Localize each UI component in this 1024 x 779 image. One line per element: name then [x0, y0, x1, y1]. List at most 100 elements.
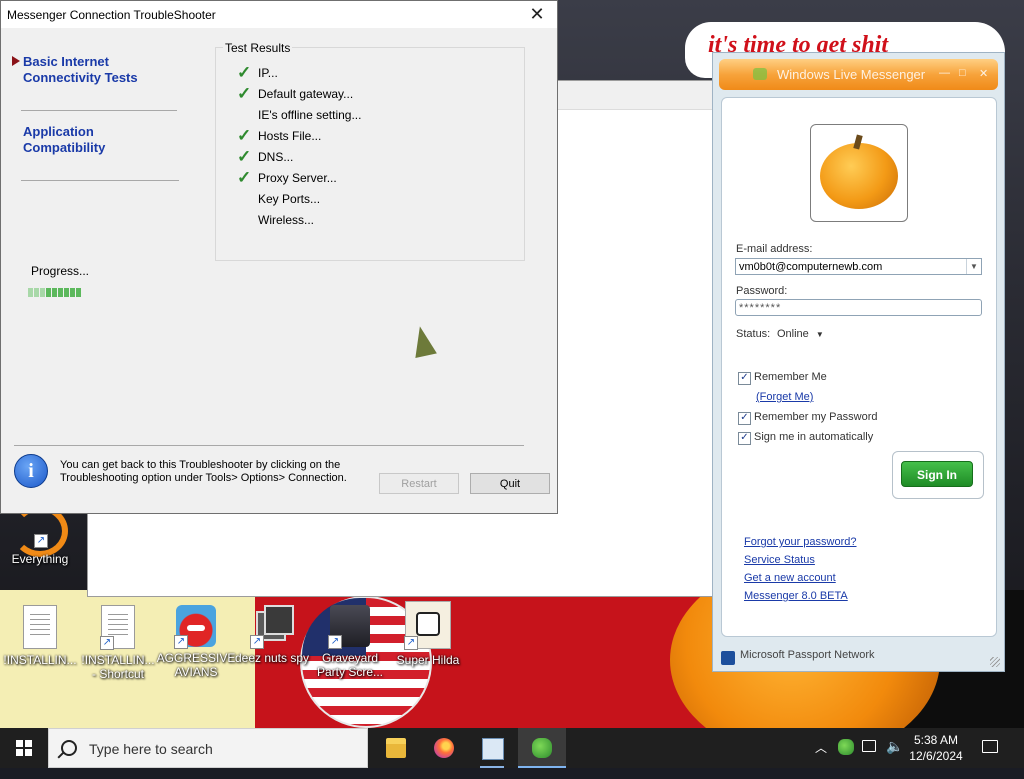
progress-segment	[58, 288, 63, 297]
messenger-titlebar[interactable]: Windows Live Messenger — □ ✕	[719, 59, 998, 90]
maximize-icon[interactable]: □	[959, 67, 966, 79]
check-icon: ✓	[237, 147, 252, 166]
graveyard-icon: ↗	[328, 605, 370, 649]
shortcut-arrow-icon: ↗	[328, 635, 342, 649]
shortcut-arrow-icon: ↗	[100, 636, 114, 650]
notifications-icon[interactable]	[982, 740, 998, 753]
auto-sign-in-checkbox[interactable]: ✓	[738, 432, 751, 445]
search-icon	[61, 740, 77, 756]
everything-icon: ↗	[20, 534, 60, 548]
close-button[interactable]: ✕	[525, 4, 549, 26]
desktop-icon-super-hilda[interactable]: ↗ Super Hilda	[388, 601, 468, 667]
progress-segment	[76, 288, 81, 297]
messenger-title: Windows Live Messenger	[777, 67, 926, 82]
desktop-icon-label: Everything	[11, 552, 69, 566]
check-icon: ✓	[237, 84, 252, 103]
pixel-character-icon: ↗	[404, 601, 451, 650]
test-row: ✓ Hosts File...	[237, 127, 321, 145]
desktop-icon-everything[interactable]: ↗ Everything	[0, 534, 80, 566]
quit-button[interactable]: Quit	[470, 473, 550, 494]
restart-button[interactable]: Restart	[379, 473, 459, 494]
progress-segment	[46, 288, 51, 297]
test-label: DNS...	[258, 150, 294, 164]
chevron-down-icon[interactable]: ▼	[966, 259, 981, 274]
firefox-icon	[434, 738, 454, 758]
progress-label: Progress...	[31, 264, 90, 278]
desktop-icon-installing-shortcut[interactable]: ↗ !INSTALLIN... - Shortcut	[78, 605, 158, 681]
nav-application-compatibility[interactable]: Application Compatibility	[23, 124, 123, 156]
close-icon[interactable]: ✕	[979, 67, 988, 80]
new-account-link[interactable]: Get a new account	[744, 572, 836, 584]
footer-divider	[14, 445, 524, 446]
remember-password-checkbox[interactable]: ✓	[738, 412, 751, 425]
troubleshooter-titlebar[interactable]: Messenger Connection TroubleShooter	[1, 1, 557, 28]
messenger-tray-icon[interactable]	[838, 739, 854, 755]
forgot-password-link[interactable]: Forgot your password?	[744, 536, 857, 548]
windows-logo-icon	[16, 740, 32, 756]
taskbar-clock[interactable]: 5:38 AM 12/6/2024	[906, 732, 966, 764]
test-label: Hosts File...	[258, 129, 322, 143]
taskbar-firefox[interactable]	[420, 728, 468, 768]
search-placeholder: Type here to search	[89, 741, 213, 757]
nav-divider	[21, 180, 179, 181]
mouse-cursor-icon	[409, 324, 437, 358]
test-row: Wireless...	[237, 211, 314, 229]
minimize-icon[interactable]: —	[939, 67, 950, 79]
check-icon: ✓	[237, 126, 252, 145]
test-row: ✓ Default gateway...	[237, 85, 353, 103]
document-icon	[23, 605, 57, 649]
test-label: IP...	[258, 66, 278, 80]
clock-time: 5:38 AM	[913, 733, 959, 747]
info-text: You can get back to this Troubleshooter …	[60, 459, 347, 484]
remember-me-label: Remember Me	[754, 371, 827, 383]
taskbar-file-explorer[interactable]	[372, 728, 420, 768]
taskbar-search[interactable]: Type here to search	[48, 728, 368, 768]
sign-in-button[interactable]: Sign In	[901, 461, 973, 487]
check-icon: ✓	[237, 168, 252, 187]
show-hidden-icons[interactable]: ︿	[815, 739, 827, 779]
troubleshooter-window[interactable]: Messenger Connection TroubleShooter ✕ Ba…	[0, 0, 558, 514]
shortcut-arrow-icon: ↗	[250, 635, 264, 649]
resize-grip-icon[interactable]	[990, 657, 1000, 667]
test-row: ✓ DNS...	[237, 148, 293, 166]
nav-divider	[21, 110, 177, 111]
desktop-icon-aggressive-avians[interactable]: ↗ AGGRESSIVE AVIANS	[156, 605, 236, 679]
taskbar-troubleshooter[interactable]	[468, 728, 516, 768]
progress-bar	[28, 288, 81, 297]
remember-password-label: Remember my Password	[754, 411, 878, 423]
progress-segment	[70, 288, 75, 297]
clock-date: 12/6/2024	[909, 749, 963, 763]
desktop-icon-deez-nuts-spy[interactable]: ↗ deez nuts spy	[232, 605, 312, 665]
pending-placeholder	[237, 107, 255, 123]
shortcut-arrow-icon: ↗	[34, 534, 48, 548]
test-row: ✓ Proxy Server...	[237, 169, 337, 187]
desktop-icon-installing[interactable]: !INSTALLIN...	[0, 605, 80, 667]
messenger-beta-link[interactable]: Messenger 8.0 BETA	[744, 590, 848, 602]
remember-me-checkbox[interactable]: ✓	[738, 372, 751, 385]
taskbar-messenger[interactable]	[518, 728, 566, 768]
test-label: Wireless...	[258, 213, 315, 227]
test-row: Key Ports...	[237, 190, 320, 208]
service-status-link[interactable]: Service Status	[744, 554, 815, 566]
chevron-down-icon: ▼	[815, 330, 824, 339]
nav-basic-internet[interactable]: Basic Internet Connectivity Tests	[23, 54, 153, 86]
pending-placeholder	[237, 191, 255, 207]
progress-segment	[28, 288, 33, 297]
email-field[interactable]: vm0b0t@computernewb.com ▼	[735, 258, 982, 275]
forget-me-link[interactable]: (Forget Me)	[756, 391, 813, 403]
stacked-windows-icon: ↗	[250, 605, 294, 649]
sign-in-panel: E-mail address: vm0b0t@computernewb.com …	[721, 97, 997, 637]
messenger-logo-icon	[753, 68, 767, 80]
start-button[interactable]	[0, 728, 48, 768]
display-picture[interactable]	[810, 124, 908, 222]
status-dropdown[interactable]: Online ▼	[777, 328, 824, 340]
volume-icon[interactable]: 🔈	[886, 738, 903, 778]
network-icon[interactable]	[862, 740, 876, 752]
status-label: Status:	[736, 328, 771, 340]
document-shortcut-icon: ↗	[100, 605, 135, 650]
desktop-icon-graveyard[interactable]: ↗ Graveyard Party Scre...	[310, 605, 390, 679]
messenger-window[interactable]: Windows Live Messenger — □ ✕ E-mail addr…	[712, 52, 1005, 672]
group-title: Test Results	[223, 41, 293, 55]
password-field[interactable]: ********	[735, 299, 982, 316]
email-label: E-mail address:	[736, 243, 813, 255]
